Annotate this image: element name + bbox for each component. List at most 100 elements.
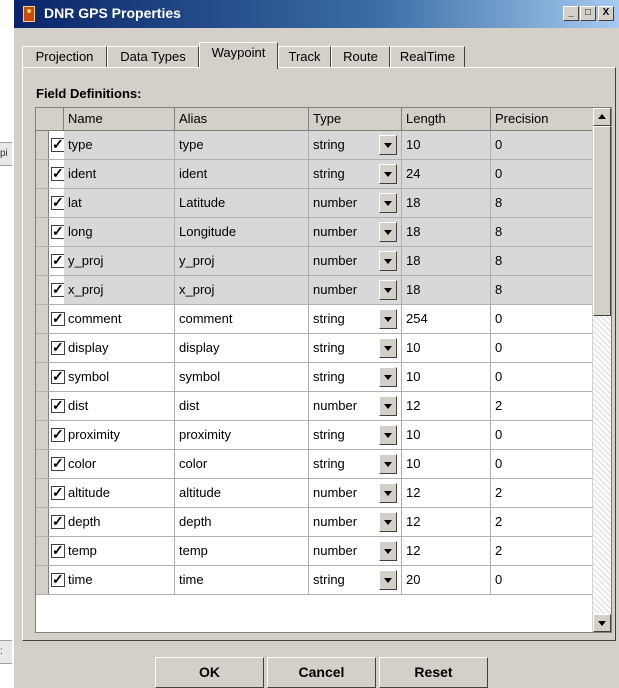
- cell-name[interactable]: dist: [64, 392, 175, 420]
- chevron-down-icon[interactable]: [379, 135, 397, 155]
- include-checkbox[interactable]: [51, 222, 65, 240]
- cell-precision[interactable]: 2: [491, 537, 593, 565]
- cell-precision[interactable]: 8: [491, 276, 593, 304]
- include-checkbox[interactable]: [51, 367, 65, 385]
- row-header[interactable]: [36, 218, 49, 246]
- cell-type[interactable]: number: [309, 189, 402, 217]
- tab-projection[interactable]: Projection: [22, 46, 107, 68]
- include-checkbox[interactable]: [51, 396, 65, 414]
- cell-precision[interactable]: 0: [491, 450, 593, 478]
- cell-type[interactable]: number: [309, 247, 402, 275]
- include-checkbox[interactable]: [51, 570, 65, 588]
- cell-length[interactable]: 12: [402, 392, 491, 420]
- cell-type[interactable]: number: [309, 479, 402, 507]
- tab-waypoint[interactable]: Waypoint: [199, 42, 278, 69]
- chevron-down-icon[interactable]: [379, 338, 397, 358]
- cell-alias[interactable]: Longitude: [175, 218, 309, 246]
- cell-type[interactable]: string: [309, 160, 402, 188]
- cell-length[interactable]: 24: [402, 160, 491, 188]
- cell-length[interactable]: 10: [402, 450, 491, 478]
- cell-length[interactable]: 20: [402, 566, 491, 594]
- row-header[interactable]: [36, 566, 49, 594]
- chevron-down-icon[interactable]: [379, 280, 397, 300]
- cell-alias[interactable]: comment: [175, 305, 309, 333]
- tab-route[interactable]: Route: [331, 46, 390, 68]
- cell-alias[interactable]: temp: [175, 537, 309, 565]
- chevron-down-icon[interactable]: [379, 570, 397, 590]
- cell-name[interactable]: temp: [64, 537, 175, 565]
- chevron-down-icon[interactable]: [379, 164, 397, 184]
- cell-alias[interactable]: depth: [175, 508, 309, 536]
- cell-name[interactable]: time: [64, 566, 175, 594]
- include-checkbox[interactable]: [51, 425, 65, 443]
- row-header[interactable]: [36, 392, 49, 420]
- row-header[interactable]: [36, 247, 49, 275]
- cell-precision[interactable]: 2: [491, 392, 593, 420]
- column-header-type[interactable]: Type: [309, 108, 402, 130]
- scroll-down-icon[interactable]: [593, 614, 611, 632]
- cell-alias[interactable]: ident: [175, 160, 309, 188]
- cell-name[interactable]: y_proj: [64, 247, 175, 275]
- cell-length[interactable]: 18: [402, 247, 491, 275]
- include-checkbox[interactable]: [51, 251, 65, 269]
- chevron-down-icon[interactable]: [379, 193, 397, 213]
- cell-length[interactable]: 12: [402, 479, 491, 507]
- close-button[interactable]: X: [598, 6, 614, 21]
- column-header-precision[interactable]: Precision: [491, 108, 593, 130]
- vertical-scrollbar[interactable]: [592, 108, 611, 632]
- row-header[interactable]: [36, 160, 49, 188]
- row-header[interactable]: [36, 131, 49, 159]
- tab-track[interactable]: Track: [278, 46, 331, 68]
- cell-alias[interactable]: y_proj: [175, 247, 309, 275]
- cell-name[interactable]: lat: [64, 189, 175, 217]
- cell-length[interactable]: 12: [402, 537, 491, 565]
- row-header[interactable]: [36, 508, 49, 536]
- chevron-down-icon[interactable]: [379, 396, 397, 416]
- reset-button[interactable]: Reset: [379, 657, 488, 688]
- cell-length[interactable]: 254: [402, 305, 491, 333]
- cell-length[interactable]: 18: [402, 189, 491, 217]
- ok-button[interactable]: OK: [155, 657, 264, 688]
- row-header[interactable]: [36, 276, 49, 304]
- cell-type[interactable]: number: [309, 392, 402, 420]
- cell-alias[interactable]: type: [175, 131, 309, 159]
- cell-length[interactable]: 18: [402, 218, 491, 246]
- cell-name[interactable]: altitude: [64, 479, 175, 507]
- cell-alias[interactable]: altitude: [175, 479, 309, 507]
- cell-name[interactable]: display: [64, 334, 175, 362]
- cell-precision[interactable]: 8: [491, 247, 593, 275]
- chevron-down-icon[interactable]: [379, 512, 397, 532]
- cell-precision[interactable]: 8: [491, 189, 593, 217]
- cell-precision[interactable]: 0: [491, 160, 593, 188]
- chevron-down-icon[interactable]: [379, 541, 397, 561]
- chevron-down-icon[interactable]: [379, 222, 397, 242]
- cell-precision[interactable]: 0: [491, 566, 593, 594]
- cell-length[interactable]: 10: [402, 363, 491, 391]
- cell-precision[interactable]: 2: [491, 508, 593, 536]
- cell-alias[interactable]: display: [175, 334, 309, 362]
- cell-alias[interactable]: symbol: [175, 363, 309, 391]
- row-header[interactable]: [36, 305, 49, 333]
- include-checkbox[interactable]: [51, 512, 65, 530]
- row-header[interactable]: [36, 537, 49, 565]
- column-header-alias[interactable]: Alias: [175, 108, 309, 130]
- cell-length[interactable]: 10: [402, 334, 491, 362]
- chevron-down-icon[interactable]: [379, 367, 397, 387]
- column-header-length[interactable]: Length: [402, 108, 491, 130]
- cell-precision[interactable]: 2: [491, 479, 593, 507]
- include-checkbox[interactable]: [51, 309, 65, 327]
- cell-length[interactable]: 10: [402, 131, 491, 159]
- include-checkbox[interactable]: [51, 193, 65, 211]
- cell-alias[interactable]: time: [175, 566, 309, 594]
- include-checkbox[interactable]: [51, 541, 65, 559]
- cell-name[interactable]: comment: [64, 305, 175, 333]
- row-header[interactable]: [36, 189, 49, 217]
- cell-type[interactable]: string: [309, 421, 402, 449]
- cell-length[interactable]: 18: [402, 276, 491, 304]
- cell-name[interactable]: type: [64, 131, 175, 159]
- cancel-button[interactable]: Cancel: [267, 657, 376, 688]
- cell-precision[interactable]: 0: [491, 421, 593, 449]
- cell-type[interactable]: string: [309, 131, 402, 159]
- chevron-down-icon[interactable]: [379, 425, 397, 445]
- cell-type[interactable]: string: [309, 305, 402, 333]
